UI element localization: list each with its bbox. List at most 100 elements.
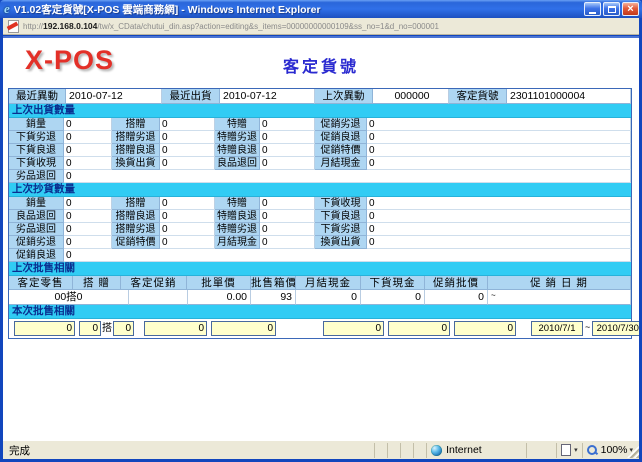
date-range-separator: ~ <box>585 322 590 332</box>
magnifier-icon <box>587 444 598 456</box>
info-value-1: 2010-07-12 <box>220 89 315 104</box>
unit-price-input[interactable] <box>211 321 276 336</box>
wholesale-value-2: 0.00 <box>188 290 251 305</box>
wholesale-column-header-4: 批售箱價 <box>251 276 296 290</box>
zone-label: Internet <box>446 444 482 456</box>
promo-price-input[interactable] <box>454 321 516 336</box>
quantity-row: 銷量0搭贈0特贈0促銷劣退0 <box>9 118 631 131</box>
field-value: 0 <box>367 223 631 236</box>
browser-window: e V1.02客定貨號[X-POS 雲端商務網] - Windows Inter… <box>0 0 642 462</box>
address-bar[interactable]: http://192.168.0.104/tw/x_CData/chutui_d… <box>3 18 639 35</box>
wholesale-value-1 <box>129 290 188 305</box>
field-label: 下貨良退 <box>315 210 367 223</box>
window-controls: × <box>584 2 639 16</box>
status-pane <box>413 443 426 458</box>
field-label: 良品退回 <box>215 157 260 170</box>
dropdown-arrow-icon: ▾ <box>574 446 578 454</box>
wholesale-column-header-7: 促銷批價 <box>425 276 488 290</box>
field-value: 0 <box>260 197 315 210</box>
field-value: 0 <box>64 157 112 170</box>
status-pane <box>374 443 387 458</box>
section-title-0: 上次出貨數量 <box>9 104 631 118</box>
section-title-wholesale-current: 本次批售相關 <box>9 305 631 319</box>
field-label: 促銷劣退 <box>315 118 367 131</box>
security-zone-pane: Internet <box>426 443 526 458</box>
field-value: 0 <box>160 236 215 249</box>
field-label: 換貨出貨 <box>315 236 367 249</box>
status-pane <box>400 443 413 458</box>
promo-date-from-input[interactable] <box>531 321 583 336</box>
wholesale-column-header-0: 客定零售 <box>9 276 73 290</box>
custom-promo-input[interactable] <box>144 321 207 336</box>
quantity-sections: 上次出貨數量銷量0搭贈0特贈0促銷劣退0下貨劣退0搭贈劣退0特贈劣退0促銷良退0… <box>9 104 631 262</box>
quantity-row: 下貨劣退0搭贈劣退0特贈劣退0促銷良退0 <box>9 131 631 144</box>
info-label-3: 客定貨號 <box>449 89 507 104</box>
field-label: 銷量 <box>9 197 64 210</box>
resize-grip[interactable] <box>627 446 639 458</box>
minimize-button[interactable] <box>584 2 601 16</box>
field-value: 0 <box>260 118 315 131</box>
field-label: 搭贈良退 <box>112 210 160 223</box>
field-value: 0 <box>367 236 631 249</box>
status-bar: 完成 Internet ▾ 100% ▾ <box>3 440 639 459</box>
main-form-table: 最近異動2010-07-12最近出貨2010-07-12上次異動000000客定… <box>8 88 632 339</box>
field-label: 下貨收現 <box>9 157 64 170</box>
field-label: 促銷良退 <box>315 131 367 144</box>
page-content: X-POS 客定貨號 最近異動2010-07-12最近出貨2010-07-12上… <box>3 36 639 440</box>
field-value: 0 <box>260 210 315 223</box>
url-text[interactable]: http://192.168.0.104/tw/x_CData/chutui_d… <box>23 21 439 31</box>
field-label: 搭贈劣退 <box>112 131 160 144</box>
field-label: 特贈劣退 <box>215 223 260 236</box>
maximize-icon <box>608 6 616 13</box>
field-label: 促銷劣退 <box>9 236 64 249</box>
maximize-button[interactable] <box>603 2 620 16</box>
zoom-level: 100% <box>601 444 628 456</box>
field-label: 搭贈劣退 <box>112 223 160 236</box>
tie-gift-input-1[interactable] <box>79 321 101 336</box>
info-label-0: 最近異動 <box>9 89 66 104</box>
field-label: 下貨良退 <box>9 144 64 157</box>
field-label: 月結現金 <box>315 157 367 170</box>
field-value: 0 <box>64 197 112 210</box>
field-label: 促銷特價 <box>112 236 160 249</box>
page-icon <box>561 444 571 456</box>
quantity-row: 銷量0搭贈0特贈0下貨收現0 <box>9 197 631 210</box>
ie-logo-icon: e <box>4 1 10 17</box>
wholesale-value-5: 0 <box>361 290 425 305</box>
quantity-row: 劣品退回0 <box>9 170 631 183</box>
field-value: 0 <box>160 157 215 170</box>
promo-date-to-input[interactable] <box>592 321 639 336</box>
field-value: 0 <box>160 223 215 236</box>
field-value: 0 <box>64 236 112 249</box>
quantity-row: 下貨良退0搭贈良退0特贈良退0促銷特價0 <box>9 144 631 157</box>
field-value: 0 <box>367 144 631 157</box>
field-value: 0 <box>260 223 315 236</box>
wholesale-value-0: 00搭0 <box>9 290 129 305</box>
field-value: 0 <box>64 249 631 262</box>
field-value: 0 <box>64 118 112 131</box>
field-label: 搭贈良退 <box>112 144 160 157</box>
field-value: 0 <box>367 131 631 144</box>
info-value-3: 2301101000004 <box>507 89 631 104</box>
monthly-cash-input[interactable] <box>323 321 384 336</box>
wholesale-column-header-3: 批單價 <box>187 276 251 290</box>
close-button[interactable]: × <box>622 2 639 16</box>
internet-globe-icon <box>431 445 442 456</box>
field-label: 促銷良退 <box>9 249 64 262</box>
tie-gift-input-2[interactable] <box>113 321 134 336</box>
quantity-row: 促銷良退0 <box>9 249 631 262</box>
field-value: 0 <box>260 131 315 144</box>
wholesale-value-4: 0 <box>296 290 361 305</box>
down-cash-input[interactable] <box>388 321 450 336</box>
field-value: 0 <box>160 144 215 157</box>
field-value: 0 <box>367 210 631 223</box>
page-options-button[interactable]: ▾ <box>556 443 582 458</box>
field-label: 搭贈 <box>112 118 160 131</box>
broken-page-icon <box>8 20 19 33</box>
field-label: 特贈良退 <box>215 144 260 157</box>
field-label: 月結現金 <box>215 236 260 249</box>
quantity-row: 促銷劣退0促銷特價0月結現金0換貨出貨0 <box>9 236 631 249</box>
title-bar[interactable]: e V1.02客定貨號[X-POS 雲端商務網] - Windows Inter… <box>0 0 642 18</box>
field-label: 銷量 <box>9 118 64 131</box>
retail-price-input[interactable] <box>14 321 75 336</box>
